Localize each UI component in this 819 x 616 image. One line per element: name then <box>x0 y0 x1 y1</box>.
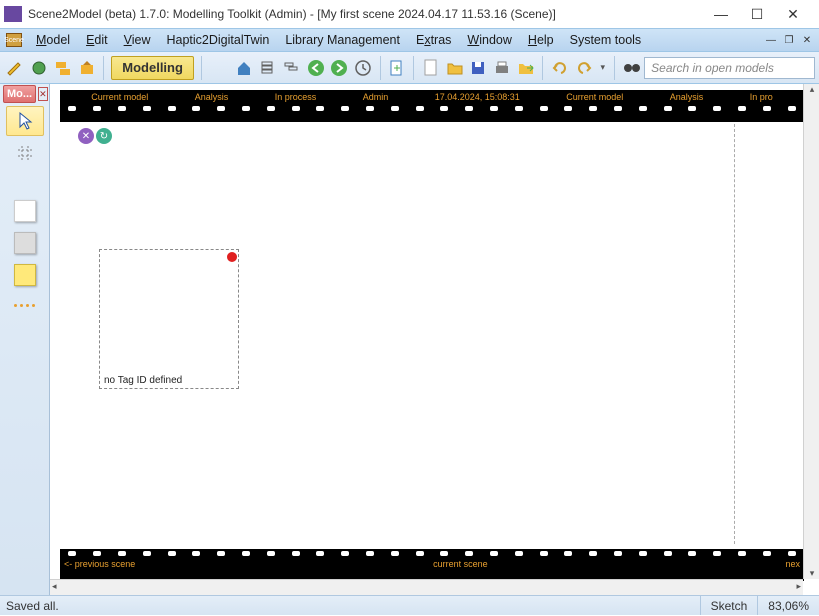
canvas[interactable]: Current model Analysis In process Admin … <box>49 84 819 595</box>
page-divider <box>734 124 735 544</box>
badge-refresh-icon[interactable]: ↻ <box>96 128 112 144</box>
print-icon[interactable] <box>491 56 514 80</box>
minimize-button[interactable]: — <box>703 2 739 26</box>
mdi-minimize-button[interactable]: — <box>763 33 779 47</box>
pointer-tool[interactable] <box>6 106 44 136</box>
menu-haptic[interactable]: Haptic2DigitalTwin <box>159 29 278 51</box>
selection-label: no Tag ID defined <box>104 375 182 386</box>
window-title: Scene2Model (beta) 1.7.0: Modelling Tool… <box>28 7 703 21</box>
folder-tree-icon[interactable] <box>52 56 75 80</box>
forward-icon[interactable] <box>328 56 351 80</box>
tool-palette: Mo... ✕ <box>0 84 49 595</box>
import-doc-icon[interactable] <box>386 56 409 80</box>
stack-icon[interactable] <box>256 56 279 80</box>
export-icon[interactable] <box>75 56 98 80</box>
close-button[interactable]: ✕ <box>775 2 811 26</box>
menu-edit[interactable]: Edit <box>78 29 116 51</box>
status-mode: Sketch <box>700 596 758 615</box>
mode-modelling-button[interactable]: Modelling <box>111 56 194 80</box>
panel-tab-label: Mo... <box>3 85 36 103</box>
menu-model[interactable]: Model <box>28 29 78 51</box>
badge-purple-icon[interactable]: ✕ <box>78 128 94 144</box>
save-icon[interactable] <box>467 56 490 80</box>
new-doc-icon[interactable] <box>419 56 442 80</box>
title-bar: Scene2Model (beta) 1.7.0: Modelling Tool… <box>0 0 819 28</box>
status-message: Saved all. <box>0 599 700 613</box>
edit-pencil-icon[interactable] <box>4 56 27 80</box>
toolbar: Modelling ▾ <box>0 52 819 84</box>
app-icon <box>4 6 22 22</box>
selection-handle[interactable] <box>227 252 237 262</box>
status-bar: Saved all. Sketch 83,06% <box>0 595 819 615</box>
film-strip-top: Current model Analysis In process Admin … <box>60 90 804 122</box>
menu-help[interactable]: Help <box>520 29 562 51</box>
grid-tool[interactable] <box>6 138 44 168</box>
menu-system[interactable]: System tools <box>562 29 650 51</box>
open-folder-icon[interactable] <box>443 56 466 80</box>
stack2-icon[interactable] <box>280 56 303 80</box>
selection-box[interactable]: no Tag ID defined <box>99 249 239 389</box>
swatch-white[interactable] <box>14 200 36 222</box>
panel-tab[interactable]: Mo... ✕ <box>0 84 49 104</box>
export-folder-icon[interactable] <box>515 56 538 80</box>
redo-icon[interactable] <box>572 56 595 80</box>
canvas-badges: ✕ ↻ <box>78 128 112 144</box>
menu-view[interactable]: View <box>116 29 159 51</box>
menu-window[interactable]: Window <box>459 29 519 51</box>
clock-icon[interactable] <box>352 56 375 80</box>
settings-gear-icon[interactable] <box>28 56 51 80</box>
menu-extras[interactable]: Extras <box>408 29 459 51</box>
mdi-restore-button[interactable]: ❐ <box>781 33 797 47</box>
binoculars-icon[interactable] <box>620 56 643 80</box>
horizontal-scrollbar[interactable] <box>50 579 803 595</box>
back-icon[interactable] <box>304 56 327 80</box>
document-icon: Scene <box>6 33 22 47</box>
dropdown-chevron-icon[interactable]: ▾ <box>596 56 609 80</box>
mdi-close-button[interactable]: ✕ <box>799 33 815 47</box>
film-strip-bottom: <- previous scene current scene nex <box>60 549 804 581</box>
menu-library[interactable]: Library Management <box>277 29 408 51</box>
maximize-button[interactable]: ☐ <box>739 2 775 26</box>
workspace: Mo... ✕ Current model Analysis In proces… <box>0 84 819 595</box>
menu-bar: Scene Model Edit View Haptic2DigitalTwin… <box>0 28 819 52</box>
home-icon[interactable] <box>233 56 256 80</box>
vertical-scrollbar[interactable] <box>803 84 819 579</box>
swatch-yellow[interactable] <box>14 264 36 286</box>
swatch-gray[interactable] <box>14 232 36 254</box>
undo-icon[interactable] <box>548 56 571 80</box>
search-input[interactable] <box>644 57 815 79</box>
close-panel-icon[interactable]: ✕ <box>38 87 48 101</box>
status-zoom[interactable]: 83,06% <box>757 596 819 615</box>
palette-more-icon[interactable] <box>14 304 35 307</box>
